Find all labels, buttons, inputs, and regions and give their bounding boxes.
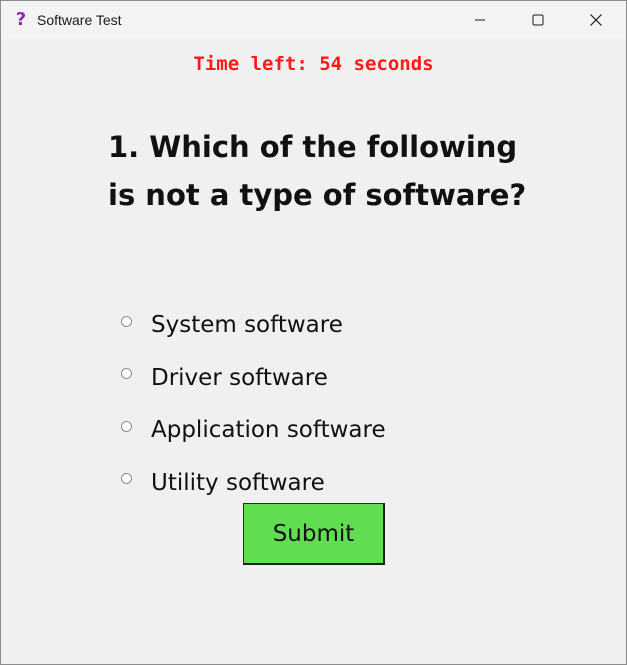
close-button[interactable] — [567, 1, 625, 39]
window-title: Software Test — [37, 12, 122, 28]
option-application-software[interactable]: Application software — [121, 404, 541, 457]
option-utility-software[interactable]: Utility software — [121, 457, 541, 510]
option-system-software[interactable]: System software — [121, 299, 541, 352]
time-left-label: Time left: 54 seconds — [193, 53, 434, 75]
radio-button[interactable] — [121, 368, 132, 380]
radio-button[interactable] — [121, 473, 132, 485]
question-text: 1. Which of the following is not a type … — [108, 130, 527, 212]
close-icon — [590, 14, 602, 26]
option-label: Driver software — [151, 364, 328, 391]
submit-button[interactable]: Submit — [243, 503, 385, 565]
app-window: ? Software Test Time left: 54 seconds 1.… — [0, 0, 627, 665]
option-label: System software — [151, 312, 343, 339]
option-label: Application software — [151, 417, 386, 444]
question-mark-icon: ? — [15, 9, 27, 30]
title-bar[interactable]: ? Software Test — [1, 1, 626, 39]
radio-button[interactable] — [121, 420, 132, 432]
minimize-icon — [475, 19, 485, 21]
answer-options: System software Driver software Applicat… — [121, 299, 541, 509]
radio-button[interactable] — [121, 315, 132, 327]
option-driver-software[interactable]: Driver software — [121, 352, 541, 405]
maximize-button[interactable] — [509, 1, 567, 39]
option-label: Utility software — [151, 469, 325, 496]
minimize-button[interactable] — [451, 1, 509, 39]
maximize-icon — [532, 14, 544, 26]
